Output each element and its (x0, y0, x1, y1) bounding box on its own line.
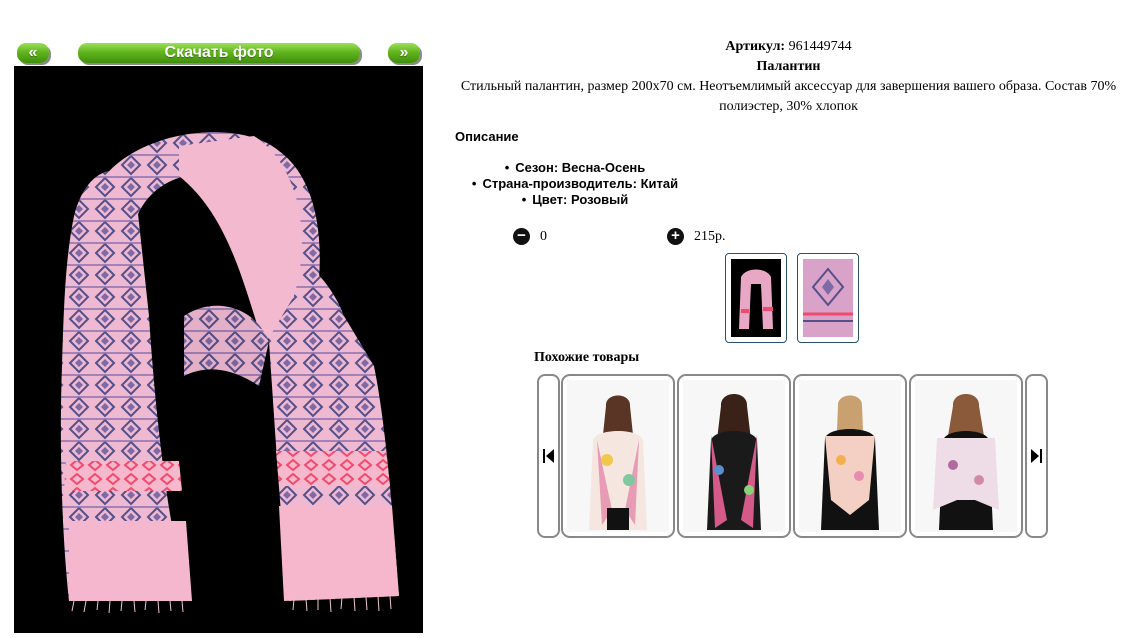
carousel-next-button[interactable] (1025, 374, 1048, 538)
download-photo-button[interactable]: Скачать фото (78, 43, 360, 63)
photo-thumbnail-2[interactable] (797, 253, 859, 343)
product-info: Артикул: 961449744 Палантин Стильный пал… (430, 37, 1147, 117)
skip-forward-icon (1031, 449, 1042, 463)
carousel-prev-button[interactable] (537, 374, 560, 538)
similar-product-2[interactable] (677, 374, 791, 538)
previous-photo-button[interactable]: « (17, 43, 49, 63)
similar-products-heading: Похожие товары (534, 350, 640, 365)
next-photo-button[interactable]: » (388, 43, 420, 63)
price-value: 215р. (694, 229, 726, 244)
sku-label: Артикул: (725, 39, 786, 54)
photo-thumbnail-1[interactable] (725, 253, 787, 343)
similar-product-1[interactable] (561, 374, 675, 538)
minus-icon: − (517, 227, 526, 244)
attribute-color: Цвет: Розовый (455, 192, 695, 208)
quantity-value: 0 (540, 229, 547, 244)
decrease-quantity-button[interactable]: − (513, 228, 530, 245)
plus-icon: + (671, 227, 680, 244)
attribute-season: Сезон: Весна-Осень (455, 160, 695, 176)
attribute-country: Страна-производитель: Китай (455, 176, 695, 192)
attribute-list: Сезон: Весна-Осень Страна-производитель:… (455, 160, 695, 208)
product-description: Стильный палантин, размер 200х70 см. Нео… (460, 79, 1117, 114)
main-product-photo (14, 66, 423, 633)
add-to-cart-button[interactable]: + (667, 228, 684, 245)
sku-value: 961449744 (788, 39, 852, 54)
similar-product-3[interactable] (793, 374, 907, 538)
description-heading: Описание (455, 129, 519, 144)
similar-product-4[interactable] (909, 374, 1023, 538)
sku-line: Артикул: 961449744 (430, 37, 1147, 57)
skip-back-icon (543, 449, 554, 463)
product-name: Палантин (756, 59, 821, 74)
